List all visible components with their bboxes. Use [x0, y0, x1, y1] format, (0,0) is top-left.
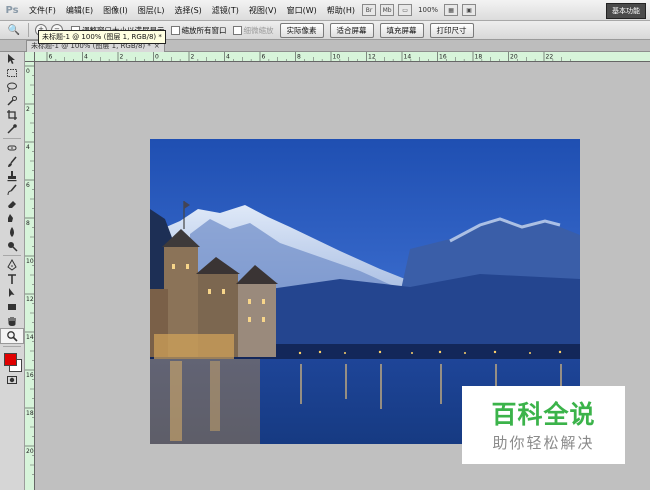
menu-bar: Ps 文件(F) 编辑(E) 图像(I) 图层(L) 选择(S) 滤镜(T) 视…: [0, 0, 650, 21]
workspace-switcher[interactable]: 基本功能: [606, 3, 646, 19]
path-selection-tool-icon[interactable]: [0, 286, 24, 300]
crop-tool-icon[interactable]: [0, 108, 24, 122]
menu-file[interactable]: 文件(F): [24, 5, 61, 16]
move-tool-icon[interactable]: [0, 52, 24, 66]
ruler-label: 10: [333, 54, 341, 61]
scrubby-zoom-label: 细微缩放: [243, 25, 274, 35]
ruler-label: 16: [439, 54, 447, 61]
ruler-label: 6: [26, 182, 30, 189]
arrange-documents-icon[interactable]: ▦: [444, 4, 459, 16]
ruler-label: 14: [26, 334, 34, 341]
watermark-logo: 百科全说 助你轻松解决: [462, 386, 625, 464]
zoom-all-windows-label: 缩放所有窗口: [181, 25, 227, 35]
ruler-label: 4: [26, 144, 30, 151]
menu-help[interactable]: 帮助(H): [322, 5, 360, 16]
mini-bridge-icon[interactable]: Mb: [380, 4, 395, 16]
zoom-level[interactable]: 100%: [414, 6, 442, 14]
menu-layer[interactable]: 图层(L): [133, 5, 170, 16]
scrubby-zoom-option: 细微缩放: [232, 25, 274, 36]
shape-tool-icon[interactable]: [0, 300, 24, 314]
ruler-label: 20: [26, 448, 34, 455]
ruler-label: 0: [26, 68, 30, 75]
blur-tool-icon[interactable]: [0, 225, 24, 239]
menu-select[interactable]: 选择(S): [169, 5, 206, 16]
hand-tool-icon[interactable]: [0, 314, 24, 328]
vertical-ruler[interactable]: 0 2 4 6 8 10 12 14 16 18 20: [25, 62, 35, 490]
brush-tool-icon[interactable]: [0, 155, 24, 169]
ruler-label: 6: [49, 54, 53, 61]
fit-screen-button[interactable]: 适合屏幕: [329, 22, 374, 38]
ruler-label: 14: [404, 54, 412, 61]
scrubby-zoom-checkbox: [232, 25, 242, 35]
foreground-color-swatch[interactable]: [4, 353, 17, 366]
menu-edit[interactable]: 编辑(E): [61, 5, 98, 16]
toolbox-divider: [3, 346, 21, 347]
quick-mask-icon[interactable]: [0, 373, 24, 387]
marquee-tool-icon[interactable]: [0, 66, 24, 80]
zoom-all-windows-checkbox[interactable]: [170, 25, 180, 35]
quick-selection-tool-icon[interactable]: [0, 94, 24, 108]
print-size-button[interactable]: 打印尺寸: [429, 22, 474, 38]
type-tool-icon[interactable]: [0, 272, 24, 286]
history-brush-tool-icon[interactable]: [0, 183, 24, 197]
clone-stamp-tool-icon[interactable]: [0, 169, 24, 183]
menu-image[interactable]: 图像(I): [98, 5, 133, 16]
gradient-tool-icon[interactable]: [0, 211, 24, 225]
ruler-label: 18: [475, 54, 483, 61]
ruler-label: 8: [297, 54, 301, 61]
ruler-label: 6: [262, 54, 266, 61]
watermark-title: 百科全说: [491, 400, 596, 429]
ruler-label: 2: [26, 106, 30, 113]
lasso-tool-icon[interactable]: [0, 80, 24, 94]
document-tooltip: 未标题-1 @ 100% (图层 1, RGB/8) *: [38, 30, 166, 44]
ruler-label: 12: [368, 54, 376, 61]
menu-window[interactable]: 窗口(W): [282, 5, 322, 16]
toolbox: [0, 52, 25, 490]
eraser-tool-icon[interactable]: [0, 197, 24, 211]
pen-tool-icon[interactable]: [0, 258, 24, 272]
screen-mode-icon[interactable]: ▣: [462, 4, 477, 16]
ruler-label: 2: [191, 54, 195, 61]
actual-pixels-button[interactable]: 实际像素: [279, 22, 324, 38]
ruler-label: 16: [26, 372, 34, 379]
menu-filter[interactable]: 滤镜(T): [207, 5, 244, 16]
ruler-label: 0: [155, 54, 159, 61]
ruler-origin[interactable]: [25, 52, 35, 62]
toolbox-divider: [3, 138, 21, 139]
ruler-label: 20: [510, 54, 518, 61]
zoom-tool-icon[interactable]: [0, 328, 24, 344]
color-swatches: [0, 349, 24, 373]
horizontal-ruler[interactable]: 6 4 2 0 2 4 6 8 10 12 14 16 18 20 22: [35, 52, 650, 62]
ruler-label: 8: [26, 220, 30, 227]
fill-screen-button[interactable]: 填充屏幕: [379, 22, 424, 38]
spot-healing-tool-icon[interactable]: [0, 141, 24, 155]
ruler-label: 2: [120, 54, 124, 61]
photoshop-logo: Ps: [5, 4, 19, 16]
ruler-label: 4: [84, 54, 88, 61]
view-extras-icon[interactable]: ▭: [398, 4, 413, 16]
dodge-tool-icon[interactable]: [0, 239, 24, 253]
ruler-label: 22: [546, 54, 554, 61]
ruler-label: 4: [226, 54, 230, 61]
menu-view[interactable]: 视图(V): [244, 5, 282, 16]
zoom-all-windows-option[interactable]: 缩放所有窗口: [170, 25, 227, 36]
ruler-label: 12: [26, 296, 34, 303]
toolbox-divider: [3, 255, 21, 256]
ruler-label: 10: [26, 258, 34, 265]
eyedropper-tool-icon[interactable]: [0, 122, 24, 136]
watermark-subtitle: 助你轻松解决: [492, 434, 595, 452]
bridge-icon[interactable]: Br: [362, 4, 377, 16]
ruler-label: 18: [26, 410, 34, 417]
zoom-tool-preset-icon[interactable]: 🔍: [0, 23, 29, 37]
